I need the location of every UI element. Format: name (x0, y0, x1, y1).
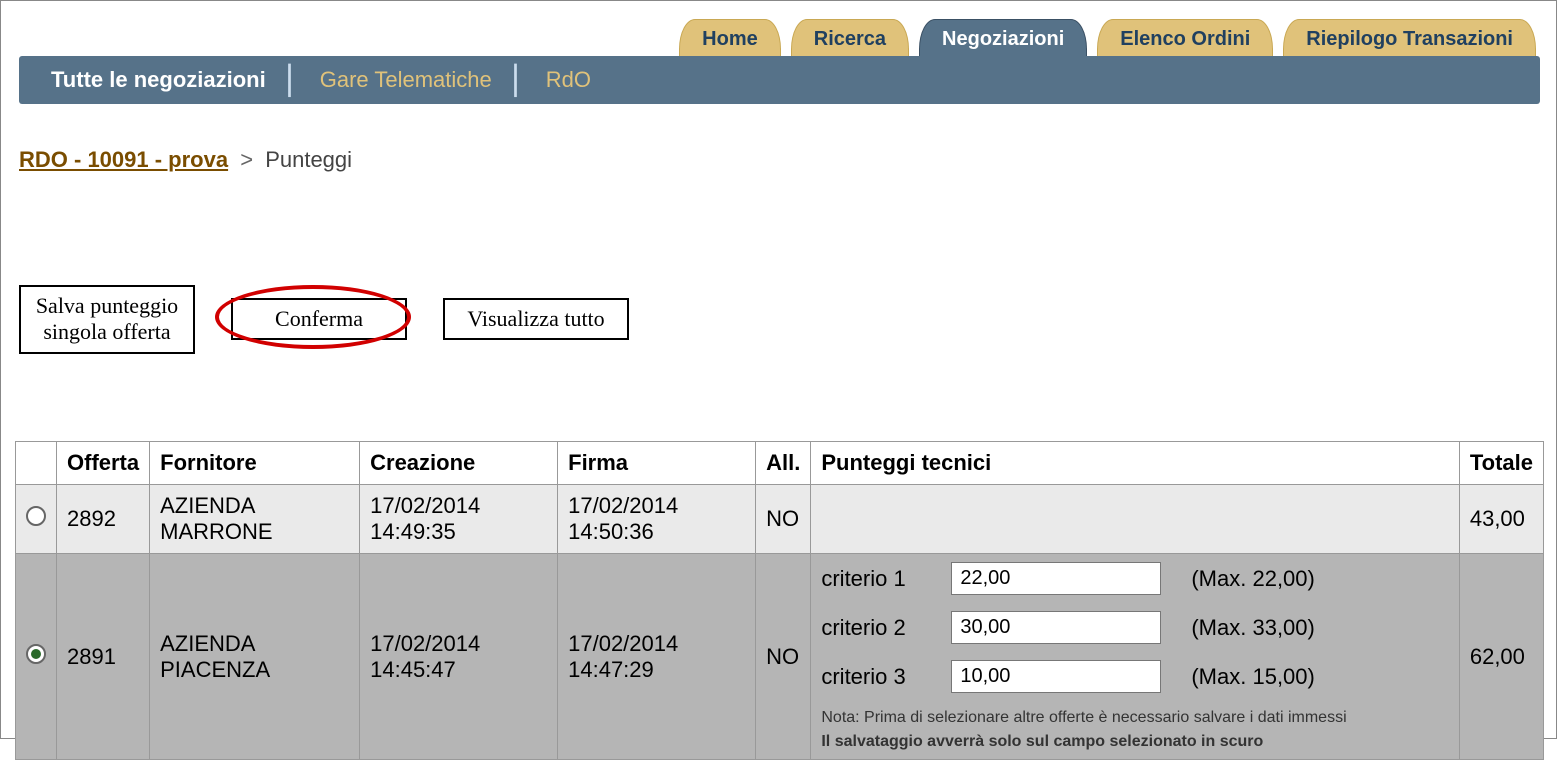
action-buttons-row: Salva punteggio singola offerta Conferma… (19, 285, 629, 354)
subnav-divider-icon: ⎢ (512, 64, 526, 97)
table-row: 2891 AZIENDA PIACENZA 17/02/2014 14:45:4… (16, 554, 1544, 760)
tab-home[interactable]: Home (679, 19, 781, 57)
cell-offerta: 2891 (57, 554, 150, 760)
conferma-button[interactable]: Conferma (231, 298, 407, 340)
col-header-select (16, 442, 57, 485)
punteggi-note-1: Nota: Prima di selezionare altre offerte… (821, 709, 1448, 727)
criterio-input[interactable] (951, 562, 1161, 595)
cell-offerta: 2892 (57, 485, 150, 554)
breadcrumb-link-rdo[interactable]: RDO - 10091 - prova (19, 147, 228, 172)
tab-elenco-ordini[interactable]: Elenco Ordini (1097, 19, 1273, 57)
col-header-fornitore: Fornitore (150, 442, 360, 485)
criterio-label: criterio 1 (821, 566, 931, 592)
cell-totale: 43,00 (1459, 485, 1543, 554)
criterio-max: (Max. 22,00) (1191, 566, 1448, 592)
tab-riepilogo-transazioni[interactable]: Riepilogo Transazioni (1283, 19, 1536, 57)
cell-firma: 17/02/2014 14:50:36 (558, 485, 756, 554)
cell-firma: 17/02/2014 14:47:29 (558, 554, 756, 760)
visualizza-tutto-button[interactable]: Visualizza tutto (443, 298, 629, 340)
subtab-rdo[interactable]: RdO (530, 67, 607, 93)
criterio-label: criterio 2 (821, 615, 931, 641)
col-header-allegato: All. (756, 442, 811, 485)
top-tabs: Home Ricerca Negoziazioni Elenco Ordini … (679, 19, 1536, 57)
subtab-tutte-negoziazioni[interactable]: Tutte le negoziazioni (35, 67, 282, 93)
col-header-creazione: Creazione (360, 442, 558, 485)
cell-allegato: NO (756, 485, 811, 554)
criterio-input[interactable] (951, 660, 1161, 693)
criterio-input[interactable] (951, 611, 1161, 644)
cell-totale: 62,00 (1459, 554, 1543, 760)
breadcrumb-separator: > (240, 147, 253, 172)
criterio-max: (Max. 33,00) (1191, 615, 1448, 641)
subnav-divider-icon: ⎢ (286, 64, 300, 97)
cell-creazione: 17/02/2014 14:45:47 (360, 554, 558, 760)
table-row: 2892 AZIENDA MARRONE 17/02/2014 14:49:35… (16, 485, 1544, 554)
col-header-totale: Totale (1459, 442, 1543, 485)
punteggi-table: Offerta Fornitore Creazione Firma All. P… (15, 441, 1544, 760)
cell-allegato: NO (756, 554, 811, 760)
cell-fornitore: AZIENDA MARRONE (150, 485, 360, 554)
subtab-gare-telematiche[interactable]: Gare Telematiche (304, 67, 508, 93)
criterio-label: criterio 3 (821, 664, 931, 690)
cell-punteggi-tecnici (811, 485, 1459, 554)
subnav-bar: Tutte le negoziazioni ⎢ Gare Telematiche… (19, 56, 1540, 104)
breadcrumb-current: Punteggi (265, 147, 352, 172)
breadcrumb: RDO - 10091 - prova > Punteggi (19, 147, 352, 173)
cell-punteggi-tecnici: criterio 1 (Max. 22,00) criterio 2 (Max.… (811, 554, 1459, 760)
cell-fornitore: AZIENDA PIACENZA (150, 554, 360, 760)
row-select-radio[interactable] (26, 644, 46, 664)
criterio-max: (Max. 15,00) (1191, 664, 1448, 690)
tab-negoziazioni[interactable]: Negoziazioni (919, 19, 1087, 57)
cell-creazione: 17/02/2014 14:49:35 (360, 485, 558, 554)
row-select-radio[interactable] (26, 506, 46, 526)
col-header-offerta: Offerta (57, 442, 150, 485)
salva-punteggio-button[interactable]: Salva punteggio singola offerta (19, 285, 195, 354)
col-header-punteggi-tecnici: Punteggi tecnici (811, 442, 1459, 485)
punteggi-note-2: Il salvataggio avverrà solo sul campo se… (821, 733, 1448, 751)
tab-ricerca[interactable]: Ricerca (791, 19, 909, 57)
col-header-firma: Firma (558, 442, 756, 485)
